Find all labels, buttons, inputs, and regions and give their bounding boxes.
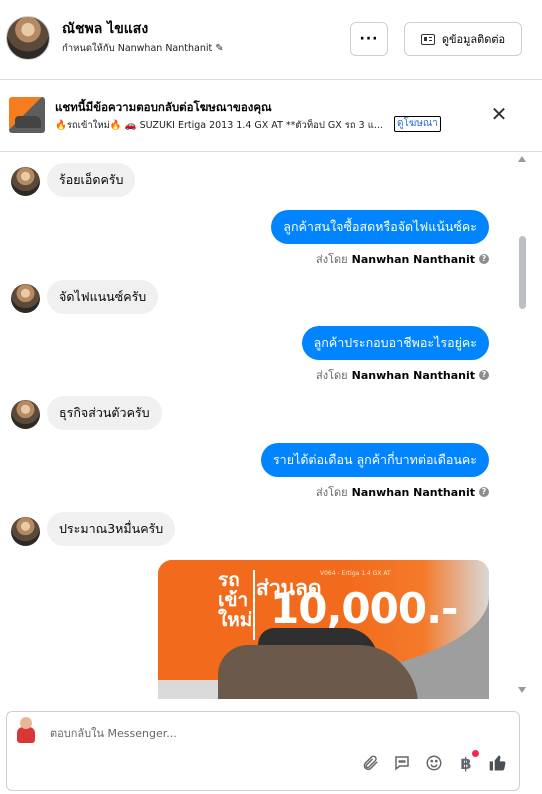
view-contact-info-label: ดูข้อมูลติดต่อ [441, 33, 506, 46]
view-contact-info-button[interactable]: ดูข้อมูลติดต่อ [404, 22, 522, 56]
ad-banner-title: แชทนี้มีข้อความตอบกลับต่อโฆษณาของคุณ [55, 100, 272, 114]
attachment-clip: รถ เข้า ใหม่ ส่วนลด 10,000.- V064 - Erti… [0, 153, 542, 699]
scroll-up-arrow[interactable] [518, 156, 526, 162]
notification-dot [472, 750, 479, 757]
promo-divider [253, 570, 255, 640]
more-icon: ··· [359, 31, 379, 47]
car-body-shape [218, 645, 418, 699]
thumbs-up-icon[interactable] [487, 752, 509, 774]
assignee-text: กำหนดให้กับ Nanwhan Nanthanit [62, 43, 213, 54]
scroll-down-arrow[interactable] [518, 687, 526, 693]
ad-image-attachment[interactable]: รถ เข้า ใหม่ ส่วนลด 10,000.- V064 - Erti… [158, 560, 489, 699]
ad-thumbnail[interactable] [9, 97, 45, 133]
promo-model-text: V064 - Ertiga 1.4 GX AT [320, 570, 391, 577]
reply-composer [6, 711, 520, 791]
chat-scrollbar[interactable] [515, 153, 529, 699]
contact-avatar[interactable] [6, 16, 50, 60]
page-avatar-head [20, 717, 32, 729]
close-icon[interactable]: ✕ [489, 104, 509, 124]
saved-reply-icon[interactable] [391, 752, 413, 774]
ad-banner-description: 🔥รถเข้าใหม่🔥 🚗 SUZUKI Ertiga 2013 1.4 GX… [55, 120, 383, 131]
view-ad-link[interactable]: ดูโฆษณา [394, 116, 441, 132]
contact-card-icon [420, 33, 435, 45]
page-avatar [14, 717, 38, 743]
emoji-icon[interactable] [423, 752, 445, 774]
promo-amount-text: 10,000.- [270, 584, 458, 633]
page-avatar-dress [17, 727, 35, 743]
paperclip-icon[interactable] [359, 752, 381, 774]
scrollbar-thumb[interactable] [519, 236, 526, 309]
reply-input[interactable] [50, 725, 350, 741]
contact-name[interactable]: ณัชพล ไขแสง [62, 18, 148, 40]
assignee-line[interactable]: กำหนดให้กับ Nanwhan Nanthanit ✎ [62, 41, 224, 56]
pencil-icon[interactable]: ✎ [215, 43, 223, 54]
car-thumbnail-shape [15, 116, 41, 128]
more-options-button[interactable]: ··· [350, 22, 388, 56]
promo-new-car-text: รถ เข้า ใหม่ [218, 569, 253, 631]
